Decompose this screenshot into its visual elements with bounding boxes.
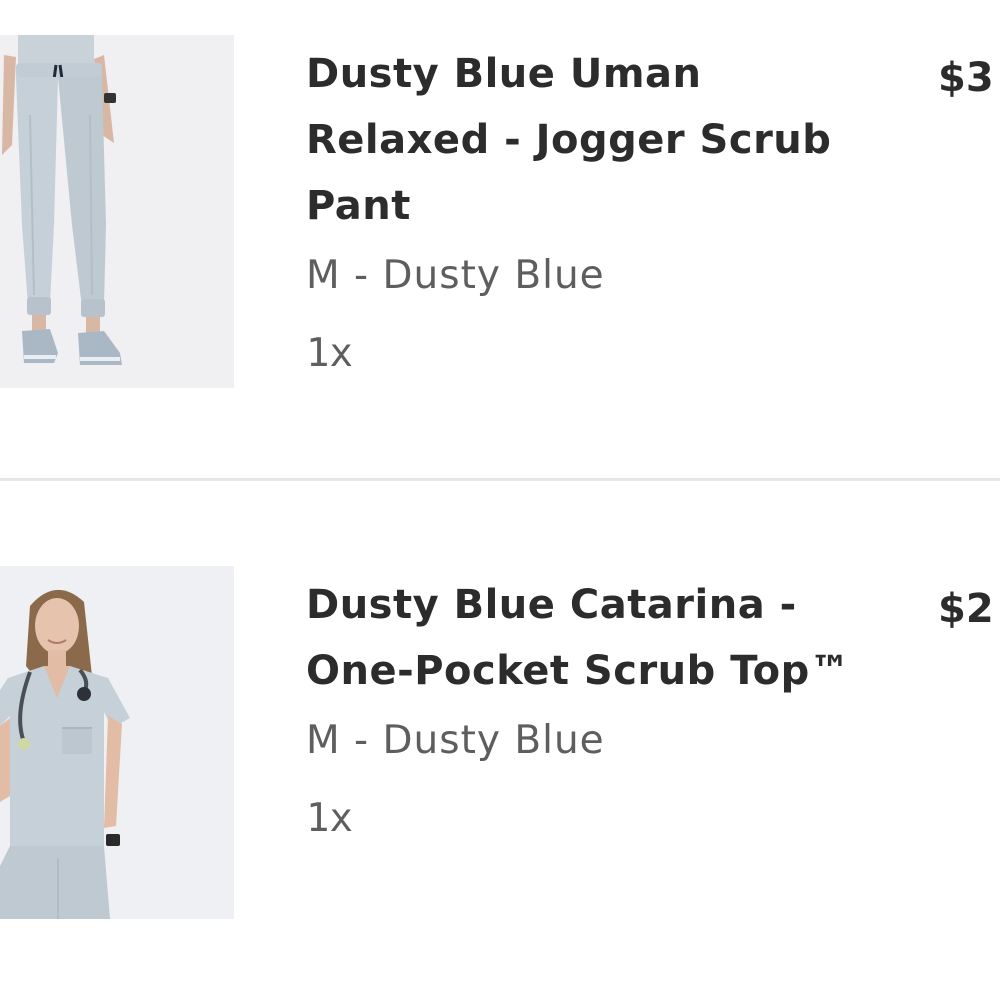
product-price: $2 [938, 586, 994, 632]
item-details: Dusty Blue Catarina - One-Pocket Scrub T… [306, 572, 906, 854]
product-variant: M - Dusty Blue [306, 718, 605, 763]
product-quantity: 1x [306, 331, 353, 376]
product-image[interactable] [0, 35, 234, 388]
product-variant: M - Dusty Blue [306, 253, 605, 298]
product-image[interactable] [0, 566, 234, 919]
cart-item[interactable]: Dusty Blue Uman Relaxed - Jogger Scrub P… [0, 35, 1000, 395]
product-quantity: 1x [306, 796, 353, 841]
jogger-pant-photo-icon [0, 35, 234, 388]
product-title[interactable]: Dusty Blue Catarina - One-Pocket Scrub T… [306, 572, 906, 704]
cart-item[interactable]: Dusty Blue Catarina - One-Pocket Scrub T… [0, 566, 1000, 926]
item-details: Dusty Blue Uman Relaxed - Jogger Scrub P… [306, 41, 906, 389]
product-title[interactable]: Dusty Blue Uman Relaxed - Jogger Scrub P… [306, 41, 886, 239]
cart-page: Dusty Blue Uman Relaxed - Jogger Scrub P… [0, 0, 1000, 1000]
product-price: $3 [938, 55, 994, 101]
item-divider [0, 478, 1000, 481]
scrub-top-photo-icon [0, 566, 234, 919]
